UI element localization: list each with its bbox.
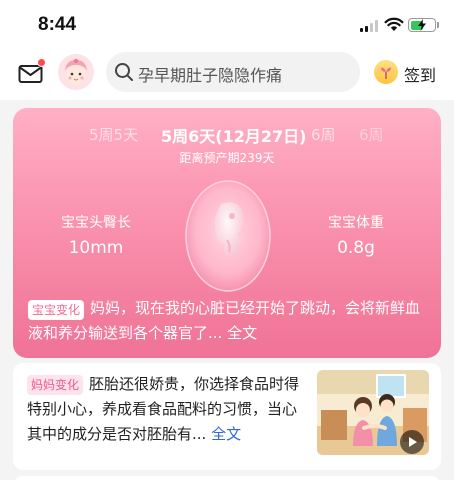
search-placeholder: 孕早期肚子隐隐作痛 (138, 66, 283, 85)
article-body: 胚胎还很娇贵，你选择食品时得特别小心，养成看食品配料的习惯，当心其中的成分是否对… (27, 375, 300, 443)
week-tab-next-2[interactable]: 6周 (359, 124, 384, 145)
week-tab-current[interactable]: 5周6天(12月27日) (161, 123, 306, 147)
article-text[interactable]: 胚胎还很娇贵，你选择食品时得特别小心，养成看食品配料的习惯，当心其中的成分是否对… (27, 372, 301, 447)
baby-development-text[interactable]: 妈妈，现在我的心脏已经开始了跳动，会将新鲜血液和养分输送到各个器官了... 全文 (28, 296, 428, 346)
battery-icon (408, 18, 436, 32)
app-screen: 8:44 孕早期肚子隐隐作痛 签到 5周5天 5周6天(12月27日) 6周 6… (0, 0, 454, 480)
video-play-icon[interactable] (400, 430, 424, 454)
baby-avatar-icon (58, 54, 94, 90)
baby-weight-value: 0.8g (337, 238, 375, 258)
article-more-link[interactable]: 全文 (211, 425, 241, 443)
search-bar[interactable]: 孕早期肚子隐隐作痛 (106, 52, 360, 92)
top-header: 孕早期肚子隐隐作痛 签到 (0, 44, 454, 100)
checkin-icon[interactable] (374, 60, 398, 84)
baby-development-body: 妈妈，现在我的心脏已经开始了跳动，会将新鲜血液和养分输送到各个器官了... (28, 299, 421, 342)
baby-weight-label: 宝宝体重 (328, 215, 384, 231)
week-tab-next[interactable]: 6周 (311, 124, 336, 145)
status-time: 8:44 (38, 14, 77, 35)
article-thumbnail[interactable] (317, 370, 429, 455)
baby-development-more-link[interactable]: 全文 (227, 324, 257, 342)
checkin-button[interactable]: 签到 (404, 62, 436, 86)
embryo-illustration-icon[interactable] (185, 180, 271, 292)
week-tab-prev[interactable]: 5周5天 (89, 124, 138, 145)
cellular-signal-icon (360, 20, 380, 32)
due-date-countdown: 距离预产期239天 (179, 151, 275, 165)
baby-length-stat: 宝宝头臀长 10mm (41, 212, 151, 258)
baby-length-label: 宝宝头臀长 (61, 215, 131, 231)
baby-weight-stat: 宝宝体重 0.8g (301, 212, 411, 258)
unread-badge (37, 58, 46, 67)
heart-sprout-icon (381, 67, 391, 79)
status-bar: 8:44 (0, 0, 454, 44)
baby-length-value: 10mm (68, 238, 124, 258)
search-icon (115, 63, 133, 81)
article-card[interactable]: 妈妈变化 胚胎还很娇贵，你选择食品时得特别小心，养成看食品配料的习惯，当心其中的… (13, 363, 441, 470)
charging-bolt-icon (418, 18, 426, 31)
pregnancy-card[interactable]: 5周5天 5周6天(12月27日) 6周 6周 距离预产期239天 宝宝头臀长 … (13, 108, 441, 358)
avatar[interactable] (58, 54, 94, 90)
wifi-icon (384, 17, 404, 31)
next-card-edge (13, 476, 441, 480)
battery-cap (437, 22, 439, 28)
